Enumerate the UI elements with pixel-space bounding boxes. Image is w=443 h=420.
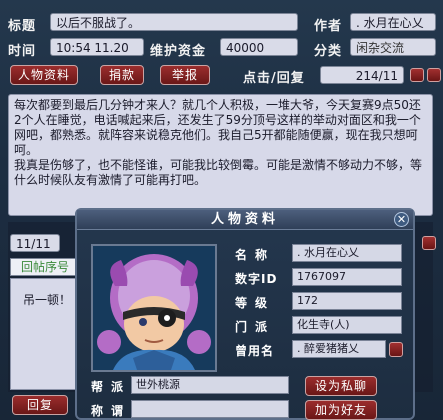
stats-label: 点击/回复 (243, 71, 305, 86)
reply-text: 吊一顿！ (23, 293, 72, 307)
former-name-field: . 醉爱猪猪乂 (292, 340, 386, 358)
next-page-icon[interactable] (427, 68, 441, 82)
time-field: 10:54 11.20 (50, 38, 144, 56)
fund-field: 40000 (220, 38, 298, 56)
donate-button[interactable]: 捐款 (100, 65, 144, 85)
prev-page-icon[interactable] (410, 68, 424, 82)
set-private-chat-button[interactable]: 设为私聊 (305, 376, 377, 396)
former-name-dropdown-icon[interactable] (389, 342, 403, 357)
reply-page-field: 11/11 (10, 234, 60, 252)
former-name-label: 曾用名 (235, 344, 275, 358)
title-field-popup (131, 400, 289, 418)
time-label: 时间 (8, 44, 37, 59)
gang-field: 世外桃源 (131, 376, 289, 394)
profile-popup: 人物资料 ✕ 名称 . 水月在心乂 数字ID 1767097 等级 172 门派… (75, 208, 415, 420)
id-field: 1767097 (292, 268, 402, 286)
stats-field: 214/11 (320, 66, 404, 84)
level-field: 172 (292, 292, 402, 310)
close-icon[interactable]: ✕ (394, 212, 409, 227)
title-label: 标题 (8, 19, 37, 34)
forum-window: 标题 以后不服战了。 作者 . 水月在心乂 时间 10:54 11.20 维护资… (0, 0, 443, 420)
reply-text-box: 吊一顿！ (10, 278, 80, 390)
category-label: 分类 (314, 44, 343, 59)
post-body: 每次都要到最后几分钟才来人？就几个人积极，一堆大爷，今天复赛9点50还2个人在睡… (8, 94, 433, 216)
category-field: 闲杂交流 (350, 38, 436, 56)
post-text: 每次都要到最后几分钟才来人？就几个人积极，一堆大爷，今天复赛9点50还2个人在睡… (14, 98, 423, 187)
popup-title: 人物资料 (77, 210, 413, 230)
title-field: 以后不服战了。 (50, 13, 298, 31)
level-label: 等级 (235, 296, 276, 310)
id-label: 数字ID (235, 272, 278, 286)
school-label: 门派 (235, 320, 276, 334)
title-label-popup: 称谓 (91, 404, 132, 418)
author-field[interactable]: . 水月在心乂 (350, 13, 436, 31)
author-label: 作者 (314, 19, 343, 34)
name-label: 名称 (235, 248, 276, 262)
fund-label: 维护资金 (150, 44, 207, 59)
school-field: 化生寺(人) (292, 316, 402, 334)
profile-button[interactable]: 人物资料 (10, 65, 78, 85)
add-friend-button[interactable]: 加为好友 (305, 400, 377, 420)
gang-label: 帮派 (91, 380, 132, 394)
floor-label: 回帖序号 (10, 258, 80, 276)
avatar (91, 244, 217, 372)
reply-nav-icon[interactable] (422, 236, 436, 250)
reply-button[interactable]: 回复 (12, 395, 68, 415)
report-button[interactable]: 举报 (160, 65, 210, 85)
name-field: . 水月在心乂 (292, 244, 402, 262)
